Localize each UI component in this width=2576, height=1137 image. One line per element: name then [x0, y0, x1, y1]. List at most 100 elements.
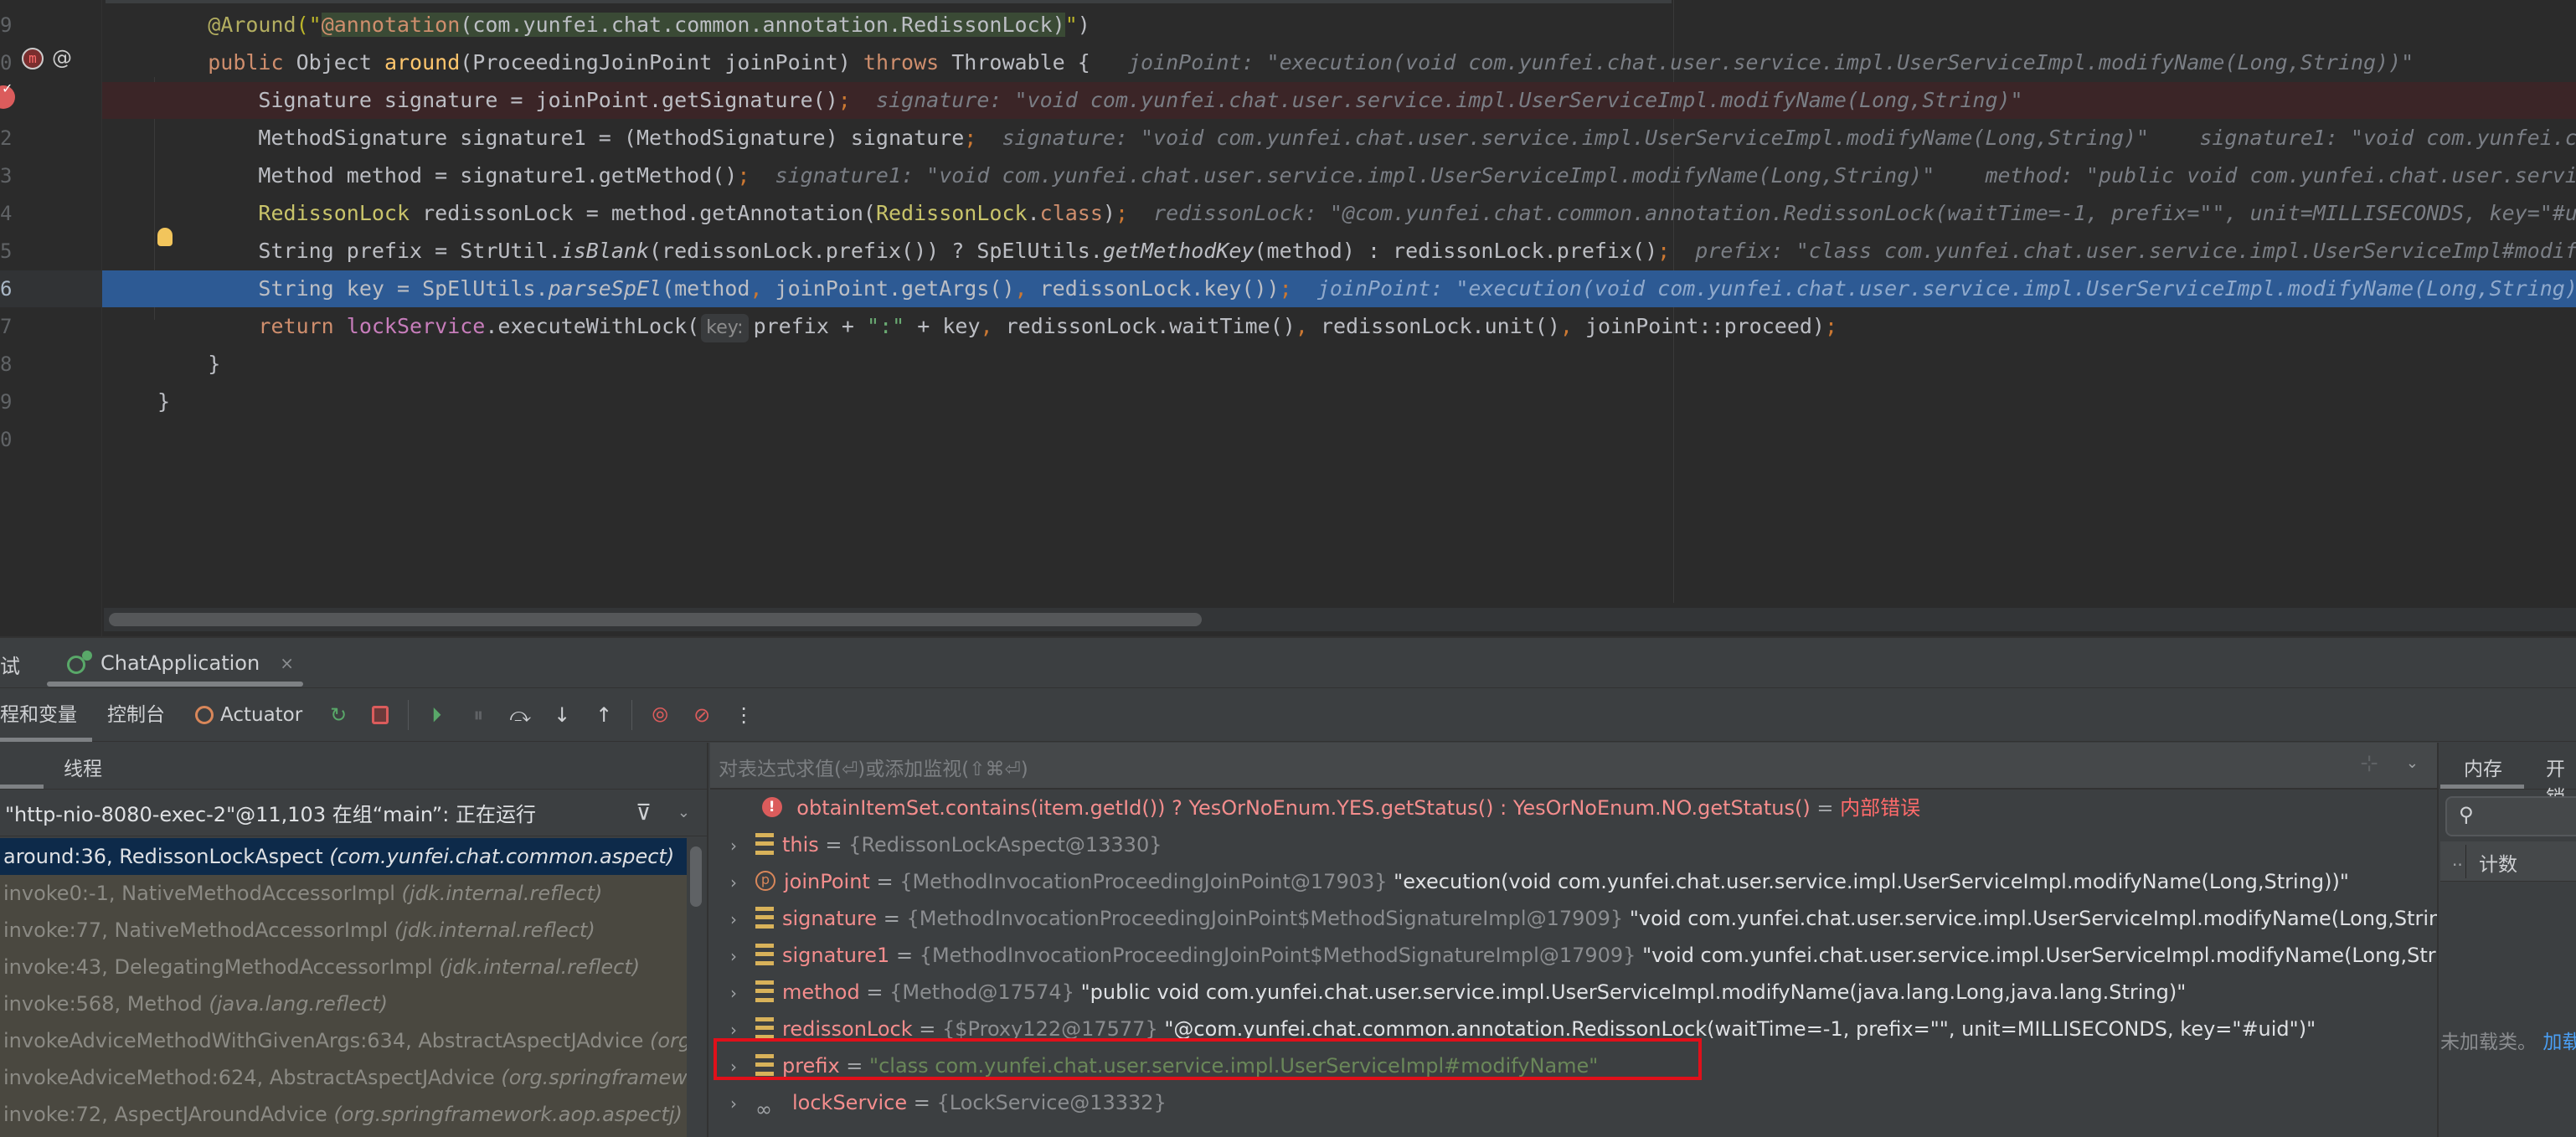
- code-line[interactable]: [102, 421, 2576, 458]
- variable-row[interactable]: › method = {Method@17574} "public void co…: [710, 974, 2437, 1011]
- line-number[interactable]: 7: [0, 308, 25, 345]
- pause-icon[interactable]: ⏸: [460, 697, 497, 733]
- evaluate-expression-bar[interactable]: 对表达式求值(⏎)或添加监视(⇧⌘⏎) ⊹ ⌄: [710, 743, 2437, 790]
- variable-row[interactable]: › redissonLock = {$Proxy122@17577} "@com.…: [710, 1011, 2437, 1047]
- variable-type: {MethodInvocationProceedingJoinPoint$Met…: [919, 944, 1636, 967]
- tab-memory[interactable]: 内存: [2464, 753, 2502, 781]
- expand-chevron-icon[interactable]: ›: [730, 827, 755, 863]
- variable-value: "void com.yunfei.chat.user.service.impl.…: [1629, 907, 2437, 930]
- variable-value: "execution(void com.yunfei.chat.user.ser…: [1394, 870, 2349, 893]
- scrollbar-thumb[interactable]: [109, 613, 1202, 626]
- variable-row[interactable]: › prefix = "class com.yunfei.chat.user.se…: [710, 1047, 2437, 1084]
- inline-debug-value: joinPoint: "execution(void com.yunfei.ch…: [1090, 50, 2414, 75]
- chevron-down-icon[interactable]: ⌄: [677, 804, 690, 821]
- line-number[interactable]: 8: [0, 346, 25, 383]
- stop-icon[interactable]: [362, 697, 399, 733]
- expand-chevron-icon[interactable]: ›: [730, 901, 755, 937]
- code-token: String prefix = StrUtil.: [157, 239, 561, 263]
- frame-method: invoke:72, AspectJAroundAdvice: [3, 1103, 334, 1126]
- rerun-debug-icon[interactable]: ↻: [320, 697, 357, 733]
- code-line[interactable]: Signature signature = joinPoint.getSigna…: [102, 82, 2576, 119]
- stack-frame[interactable]: invokeAdviceMethodWithGivenArgs:634, Abs…: [0, 1022, 688, 1059]
- variable-row[interactable]: › p joinPoint = {MethodInvocationProceedin…: [710, 863, 2437, 900]
- watch-row[interactable]: ! obtainItemSet.contains(item.getId()) ?…: [710, 790, 2437, 826]
- line-number[interactable]: 2: [0, 120, 25, 157]
- variable-row[interactable]: › ∞ lockService = {LockService@13332}: [710, 1084, 2437, 1121]
- run-config-tab[interactable]: ChatApplication ×: [67, 638, 294, 688]
- code-token: (method) : redissonLock.prefix(): [1254, 239, 1658, 263]
- more-options-icon[interactable]: ⋮: [725, 697, 762, 733]
- tab-console[interactable]: 控制台: [92, 688, 180, 742]
- resume-icon[interactable]: ⏵: [418, 697, 455, 733]
- threads-label[interactable]: 线程: [64, 753, 102, 781]
- load-classes-link[interactable]: 加载类: [2543, 1032, 2576, 1053]
- empty-text: 未加载类。: [2440, 1032, 2537, 1053]
- line-number[interactable]: 4: [0, 195, 25, 232]
- stack-frame[interactable]: invoke:43, DelegatingMethodAccessorImpl …: [0, 949, 688, 985]
- variable-value: "@com.yunfei.chat.common.annotation.Redi…: [1164, 1017, 2316, 1041]
- code-line[interactable]: return lockService.executeWithLock(key: p…: [102, 308, 2576, 345]
- stack-frame[interactable]: invoke:72, AspectJAroundAdvice (org.spri…: [0, 1096, 688, 1133]
- step-over-icon[interactable]: ⤼: [502, 697, 538, 733]
- line-number[interactable]: 5: [0, 233, 25, 270]
- expand-chevron-icon[interactable]: ›: [730, 975, 755, 1011]
- code-token: throws: [863, 50, 952, 75]
- variable-row[interactable]: › this = {RedissonLockAspect@13330}: [710, 826, 2437, 863]
- stack-frame[interactable]: around:36, RedissonLockAspect (com.yunfe…: [0, 838, 688, 875]
- tab-threads-variables[interactable]: 程和变量: [0, 688, 92, 742]
- memory-search-input[interactable]: ⚲: [2445, 796, 2576, 836]
- step-into-icon[interactable]: ↓: [544, 697, 580, 733]
- code-line[interactable]: RedissonLock redissonLock = method.getAn…: [102, 195, 2576, 232]
- stack-frame[interactable]: invoke:77, NativeMethodAccessorImpl (jdk…: [0, 912, 688, 949]
- code-line[interactable]: @Around("@annotation(com.yunfei.chat.com…: [102, 7, 2576, 44]
- code-token: Throwable {: [951, 50, 1090, 75]
- add-watch-icon[interactable]: ⊹: [2360, 751, 2378, 776]
- frames-scrollbar[interactable]: [687, 838, 707, 1137]
- variable-row[interactable]: › signature1 = {MethodInvocationProceedin…: [710, 937, 2437, 974]
- stack-frame[interactable]: invokeAdviceMethod:624, AbstractAspectJA…: [0, 1059, 688, 1096]
- code-line[interactable]: public Object around(ProceedingJoinPoint…: [102, 44, 2576, 81]
- evaluate-expression-placeholder[interactable]: 对表达式求值(⏎)或添加监视(⇧⌘⏎): [719, 753, 1028, 781]
- code-text: @Around("@annotation(com.yunfei.chat.com…: [157, 7, 1090, 44]
- variable-type: {$Proxy122@17577}: [942, 1017, 1158, 1041]
- line-number[interactable]: 9: [0, 7, 25, 44]
- tab-actuator[interactable]: Actuator: [180, 688, 317, 742]
- code-line[interactable]: Method method = signature1.getMethod(); …: [102, 157, 2576, 194]
- code-line[interactable]: String prefix = StrUtil.isBlank(redisson…: [102, 233, 2576, 270]
- line-number[interactable]: 9: [0, 383, 25, 420]
- code-line[interactable]: }: [102, 383, 2576, 420]
- expand-chevron-icon[interactable]: ›: [730, 938, 755, 974]
- expand-chevron-icon[interactable]: ›: [730, 1085, 755, 1121]
- field-icon: [755, 944, 774, 965]
- stack-frame[interactable]: invoke:568, Method (java.lang.reflect): [0, 985, 688, 1022]
- line-number[interactable]: 0: [0, 421, 25, 458]
- variable-row[interactable]: › signature = {MethodInvocationProceeding…: [710, 900, 2437, 937]
- mute-breakpoints-icon[interactable]: ⊘: [683, 697, 720, 733]
- chevron-down-icon[interactable]: ⌄: [2406, 754, 2419, 772]
- step-out-icon[interactable]: ↑: [585, 697, 622, 733]
- line-number[interactable]: [0, 82, 25, 119]
- scrollbar-thumb[interactable]: [690, 846, 702, 907]
- column-count[interactable]: 计数: [2479, 848, 2517, 877]
- expand-chevron-icon[interactable]: ›: [730, 1011, 755, 1047]
- annotation-icon[interactable]: @: [52, 46, 72, 69]
- expand-chevron-icon[interactable]: ›: [730, 1048, 755, 1084]
- line-number[interactable]: 3: [0, 157, 25, 194]
- frame-method: invoke0:-1, NativeMethodAccessorImpl: [3, 882, 402, 905]
- code-line[interactable]: String key = SpElUtils.parseSpEl(method,…: [102, 270, 2576, 307]
- view-breakpoints-icon[interactable]: ⦾: [641, 697, 678, 733]
- code-line[interactable]: }: [102, 346, 2576, 383]
- line-number[interactable]: 0: [0, 44, 25, 81]
- filter-icon[interactable]: ⊽: [636, 800, 652, 826]
- frame-package: (org.springframework.aop.aspectj): [649, 1029, 688, 1052]
- close-icon[interactable]: ×: [280, 653, 294, 673]
- code-editor[interactable]: m @ ✓ @Around("@annotation(com.yunfei.ch…: [0, 0, 2576, 636]
- expand-chevron-icon[interactable]: ›: [730, 864, 755, 900]
- thread-selector[interactable]: "http-nio-8080-exec-2"@11,103 在组“main”: …: [0, 790, 707, 836]
- code-line[interactable]: MethodSignature signature1 = (MethodSign…: [102, 120, 2576, 157]
- horizontal-scrollbar[interactable]: [104, 608, 2576, 631]
- line-number[interactable]: 6: [0, 270, 102, 307]
- variable-type: {MethodInvocationProceedingJoinPoint$Met…: [906, 907, 1624, 930]
- field-icon: [755, 833, 774, 855]
- stack-frame[interactable]: invoke0:-1, NativeMethodAccessorImpl (jd…: [0, 875, 688, 912]
